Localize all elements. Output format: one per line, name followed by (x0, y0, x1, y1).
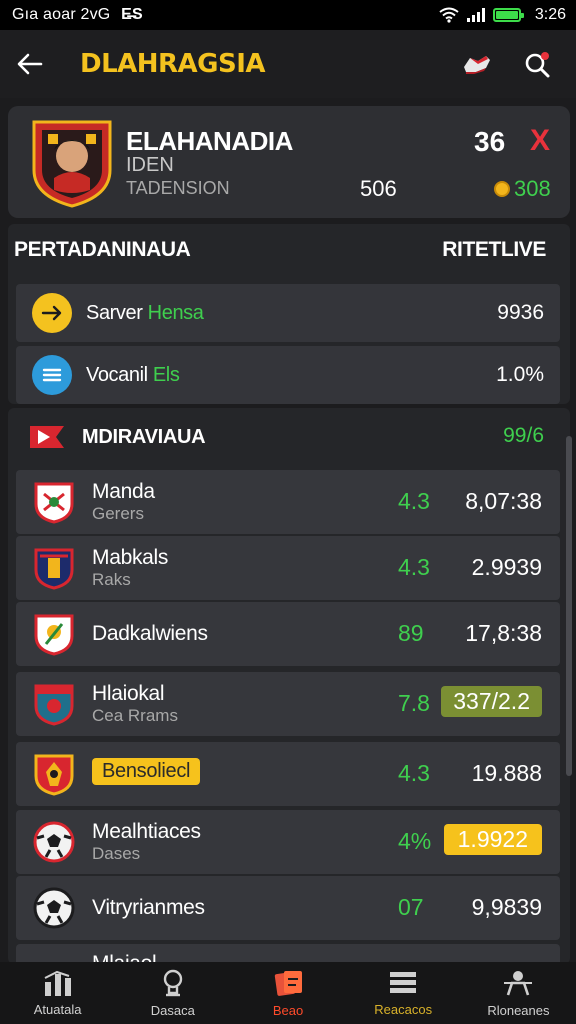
nav-label: Beao (272, 1002, 304, 1018)
trophy-icon (163, 969, 182, 996)
team-rating: 4.3 (398, 760, 430, 786)
team-row[interactable]: Hlaiokal Cea Rrams 7.8 337/2.2 (16, 672, 560, 736)
team-subtitle: Dases (92, 844, 141, 863)
nav-item-list[interactable]: Reacacos (346, 962, 461, 1024)
team-rating: 7.8 (398, 690, 430, 716)
team-crest-icon (34, 754, 74, 796)
coin-value: 308 (514, 176, 551, 201)
profile-stat: 506 (360, 176, 397, 201)
team-subtitle: Cea Rrams (92, 706, 178, 725)
cards-icon (274, 970, 302, 996)
close-mark-icon: X (530, 124, 551, 157)
search-button[interactable] (520, 46, 556, 82)
team-row[interactable]: Dadkalwiens 89 17,8:38 (16, 602, 560, 666)
team-subtitle: Raks (92, 570, 131, 589)
team-rating: 4.3 (398, 488, 430, 514)
team-name: Dadkalwiens (92, 622, 208, 645)
nav-label: Rloneanes (487, 1002, 550, 1018)
team-crest-icon (34, 684, 74, 726)
team-value-badge: 337/2.2 (441, 686, 542, 717)
team-name: Mealhtiaces (92, 820, 201, 843)
teams-header: MDIRAVIAUA (28, 424, 206, 450)
nav-label: Dasaca (150, 1002, 195, 1018)
status-carrier: Gıa aoar 2vG (12, 6, 111, 23)
team-crest-icon (34, 482, 74, 524)
nav-item-team[interactable]: Rloneanes (461, 962, 576, 1024)
boot-icon (464, 56, 490, 74)
boot-button[interactable] (458, 46, 494, 82)
nav-label: Reacacos (374, 1001, 433, 1017)
stats-icon (44, 970, 71, 996)
team-row[interactable]: Mealhtiaces Dases 4% 1.9922 (16, 810, 560, 874)
bottom-nav: Atuatala Dasaca Beao Reacacos Rloneanes (0, 962, 576, 1024)
team-subtitle: Gerers (92, 504, 144, 523)
team-crest-icon (34, 614, 74, 656)
performance-row[interactable]: Vocanil Els 1.0% (16, 346, 560, 404)
team-name: Manda (92, 480, 155, 503)
team-rating: 4% (398, 828, 432, 854)
nav-item-cards[interactable]: Beao (230, 962, 345, 1024)
football-icon (33, 887, 75, 929)
team-name: Vitryrianmes (92, 896, 205, 919)
team-name: Mabkals (92, 546, 169, 569)
team-value: 17,8:38 (465, 620, 542, 646)
teams-title: MDIRAVIAUA (82, 425, 206, 448)
profile-name: ELAHANADIA (126, 126, 293, 156)
flag-icon (30, 426, 64, 448)
team-value: 9,9839 (471, 894, 542, 920)
profile-card[interactable]: ELAHANADIA IDEN TADENSION 506 36 X 308 (8, 106, 570, 218)
wifi-icon (439, 7, 459, 23)
battery-icon (492, 8, 524, 22)
menu-circle-icon (32, 355, 72, 395)
status-bar: Gıa aoar 2vG E̶S 3:26 (0, 0, 576, 30)
back-arrow-icon (17, 53, 43, 75)
search-icon (525, 52, 550, 78)
profile-score: 36 (474, 126, 506, 157)
performance-row-label: Vocanil Els (86, 363, 180, 386)
team-rating: 07 (398, 894, 424, 920)
performance-row-value: 9936 (497, 301, 544, 324)
coin-balance: 308 (494, 176, 551, 202)
team-crest-icon (34, 548, 74, 590)
team-name-pill: Bensoliecl (92, 758, 201, 785)
back-button[interactable] (0, 30, 60, 98)
app-header: DLAHRAGSIA (0, 30, 576, 98)
scrollbar[interactable] (566, 436, 572, 776)
team-rating: 4.3 (398, 554, 430, 580)
team-value: 2.9939 (471, 554, 542, 580)
nav-item-trophy[interactable]: Dasaca (115, 962, 230, 1024)
status-badge: E̶S (121, 6, 143, 23)
profile-caption: TADENSION (126, 178, 230, 198)
team-row[interactable]: Manda Gerers 4.3 8,07:38 (16, 470, 560, 534)
team-value-badge: 1.9922 (443, 824, 542, 855)
teams-header-value: 99/6 (503, 424, 544, 447)
app-title: DLAHRAGSIA (80, 49, 266, 79)
performance-right-label: RITETLIVE (442, 238, 546, 261)
performance-row-value: 1.0% (496, 363, 544, 386)
team-name: Hlaiokal (92, 682, 165, 705)
football-icon (33, 821, 75, 863)
team-row[interactable]: Vitryrianmes 07 9,9839 (16, 876, 560, 940)
performance-title: PERTADANINAUA (14, 238, 191, 261)
coin-icon (494, 181, 510, 197)
performance-row[interactable]: Sarver Hensa 9936 (16, 284, 560, 342)
performance-row-label: Sarver Hensa (86, 301, 204, 324)
profile-subtitle: IDEN (126, 154, 174, 176)
arrow-circle-icon (32, 293, 72, 333)
team-value: 19.888 (471, 760, 542, 786)
nav-label: Atuatala (33, 1001, 82, 1017)
club-crest-icon (32, 120, 112, 208)
nav-item-stats[interactable]: Atuatala (0, 962, 115, 1024)
list-icon (390, 971, 417, 993)
signal-icon (466, 8, 485, 22)
status-time: 3:26 (534, 6, 566, 23)
team-rating: 89 (398, 620, 424, 646)
team-value: 8,07:38 (465, 488, 542, 514)
team-row[interactable]: Bensoliecl 4.3 19.888 (16, 742, 560, 806)
team-icon (504, 970, 533, 995)
team-row[interactable]: Mabkals Raks 4.3 2.9939 (16, 536, 560, 600)
